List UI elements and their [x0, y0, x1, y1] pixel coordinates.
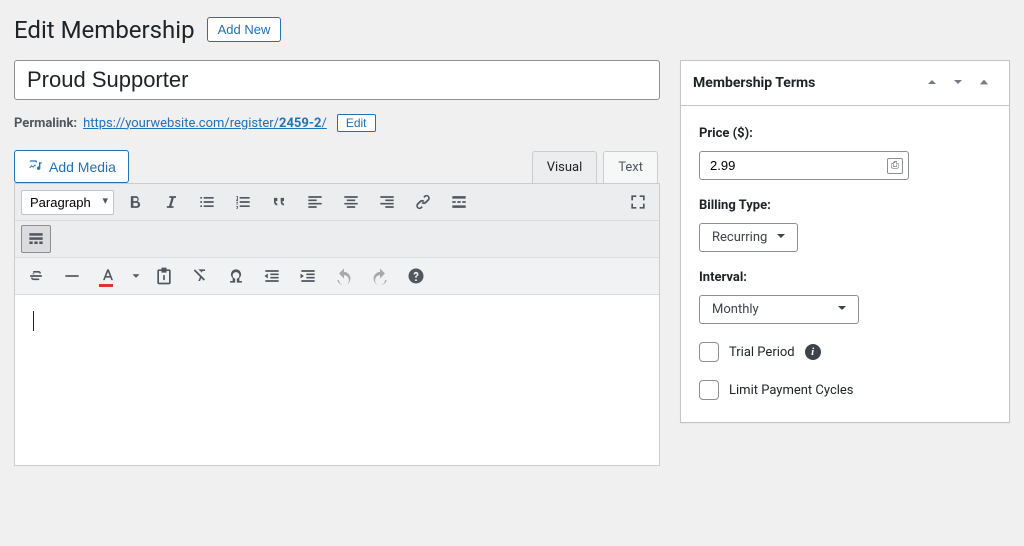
- tab-visual[interactable]: Visual: [532, 151, 598, 183]
- limit-cycles-checkbox[interactable]: [699, 380, 719, 400]
- move-down-button[interactable]: [945, 71, 971, 95]
- chevron-up-icon: [924, 74, 940, 93]
- text-color-button[interactable]: [93, 262, 123, 290]
- chevron-down-icon: [773, 228, 789, 248]
- sidebar-column: Membership Terms Price ($): ⎙: [680, 60, 1010, 423]
- align-right-button[interactable]: [372, 188, 402, 216]
- interval-label: Interval:: [699, 270, 991, 285]
- billing-type-select[interactable]: Recurring: [699, 223, 798, 252]
- billing-type-label: Billing Type:: [699, 198, 991, 213]
- undo-button[interactable]: [329, 262, 359, 290]
- metabox-body: Price ($): ⎙ Billing Type: Recurring Int…: [681, 106, 1009, 422]
- interval-value: Monthly: [712, 302, 759, 317]
- editor: Paragraph: [14, 183, 660, 466]
- permalink-base-link[interactable]: https://yourwebsite.com/register/: [83, 116, 279, 131]
- text-color-swatch: [99, 284, 113, 287]
- blockquote-button[interactable]: [264, 188, 294, 216]
- chevron-down-icon: [950, 74, 966, 93]
- number-autofill-icon: ⎙: [887, 158, 903, 174]
- info-icon[interactable]: i: [805, 344, 821, 360]
- editor-content-area[interactable]: [15, 295, 659, 465]
- membership-terms-metabox: Membership Terms Price ($): ⎙: [680, 60, 1010, 423]
- format-select[interactable]: Paragraph: [21, 190, 114, 215]
- interval-select[interactable]: Monthly: [699, 295, 859, 324]
- billing-type-value: Recurring: [712, 230, 767, 245]
- metabox-header: Membership Terms: [681, 61, 1009, 106]
- hr-button[interactable]: [57, 262, 87, 290]
- fullscreen-button[interactable]: [623, 188, 653, 216]
- chevron-down-icon: [834, 300, 850, 320]
- paste-text-button[interactable]: [149, 262, 179, 290]
- caret-up-icon: [977, 75, 991, 92]
- metabox-title: Membership Terms: [693, 75, 919, 91]
- toggle-panel-button[interactable]: [971, 71, 997, 95]
- text-cursor: [33, 311, 34, 331]
- redo-button[interactable]: [365, 262, 395, 290]
- add-media-button[interactable]: Add Media: [14, 150, 129, 183]
- link-button[interactable]: [408, 188, 438, 216]
- indent-button[interactable]: [293, 262, 323, 290]
- outdent-button[interactable]: [257, 262, 287, 290]
- align-center-button[interactable]: [336, 188, 366, 216]
- bullet-list-button[interactable]: [192, 188, 222, 216]
- text-color-dropdown[interactable]: [129, 262, 143, 290]
- toolbar-row-1: Paragraph: [15, 184, 659, 221]
- trial-period-label: Trial Period: [729, 345, 795, 360]
- numbered-list-button[interactable]: [228, 188, 258, 216]
- permalink-slug[interactable]: 2459-2: [279, 116, 321, 131]
- camera-music-icon: [27, 157, 43, 176]
- bold-button[interactable]: [120, 188, 150, 216]
- help-button[interactable]: [401, 262, 431, 290]
- page-title: Edit Membership: [14, 10, 195, 48]
- edit-slug-button[interactable]: Edit: [337, 114, 376, 132]
- special-char-button[interactable]: [221, 262, 251, 290]
- price-input[interactable]: [699, 151, 909, 180]
- add-media-label: Add Media: [49, 159, 116, 175]
- limit-cycles-label: Limit Payment Cycles: [729, 383, 854, 398]
- italic-button[interactable]: [156, 188, 186, 216]
- add-new-button[interactable]: Add New: [207, 17, 282, 42]
- post-title-input[interactable]: [14, 60, 660, 100]
- align-left-button[interactable]: [300, 188, 330, 216]
- strikethrough-button[interactable]: [21, 262, 51, 290]
- trial-period-checkbox[interactable]: [699, 342, 719, 362]
- toolbar-row-3: [15, 258, 659, 295]
- tab-text[interactable]: Text: [603, 151, 658, 183]
- permalink-row: Permalink: https://yourwebsite.com/regis…: [14, 114, 660, 132]
- permalink-label: Permalink:: [14, 116, 77, 131]
- price-label: Price ($):: [699, 126, 991, 141]
- toolbar-toggle-button[interactable]: [21, 225, 51, 253]
- clear-formatting-button[interactable]: [185, 262, 215, 290]
- move-up-button[interactable]: [919, 71, 945, 95]
- read-more-button[interactable]: [444, 188, 474, 216]
- permalink-trail[interactable]: /: [321, 116, 326, 131]
- main-column: Permalink: https://yourwebsite.com/regis…: [14, 60, 660, 466]
- toolbar-row-2: [15, 221, 659, 258]
